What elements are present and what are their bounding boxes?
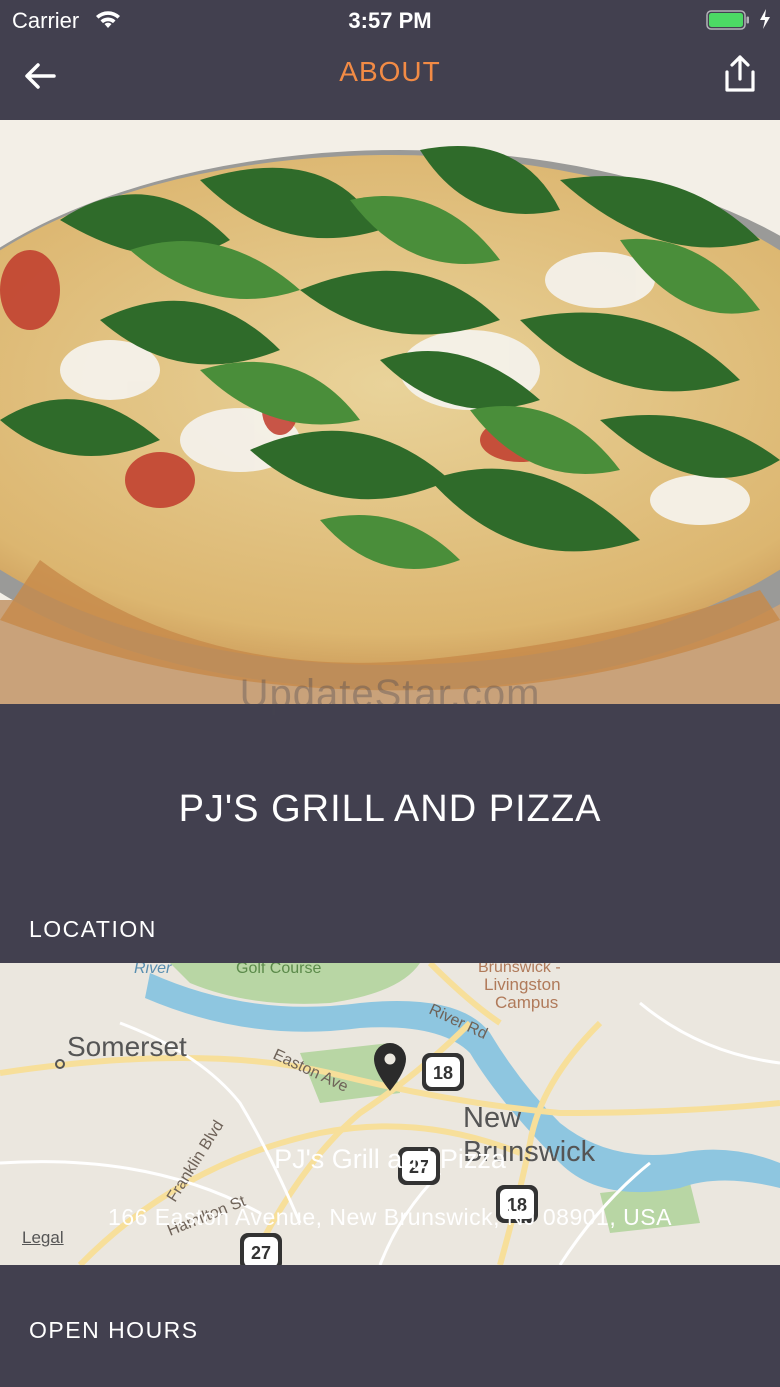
map-label-campus-3: Campus bbox=[495, 993, 558, 1012]
route-27-shield: 27 bbox=[240, 1233, 282, 1265]
share-icon[interactable] bbox=[718, 52, 762, 96]
route-18-shield: 18 bbox=[422, 1053, 464, 1091]
charging-bolt-icon bbox=[760, 9, 770, 29]
svg-text:27: 27 bbox=[251, 1243, 271, 1263]
map-label-golf-course: Golf Course bbox=[236, 963, 321, 977]
map-label-somerset: Somerset bbox=[67, 1031, 187, 1062]
navigation-bar: ABOUT bbox=[0, 40, 780, 120]
location-section-label: LOCATION bbox=[29, 916, 157, 942]
hero-pizza-image bbox=[0, 120, 780, 704]
map-pin-title: PJ's Grill and Pizza bbox=[274, 1144, 506, 1174]
battery-icon bbox=[706, 10, 749, 30]
status-bar: Carrier 3:57 PM bbox=[0, 0, 780, 40]
svg-text:18: 18 bbox=[433, 1063, 453, 1083]
watermark-text: UpdateStar.com bbox=[239, 672, 541, 716]
map-label-new: New bbox=[463, 1102, 522, 1134]
map-legal-link[interactable]: Legal bbox=[22, 1228, 64, 1248]
page-title: ABOUT bbox=[339, 56, 441, 87]
map-address: 166 Easton Avenue, New Brunswick, NJ 089… bbox=[108, 1204, 672, 1230]
restaurant-name: PJ'S GRILL AND PIZZA bbox=[178, 788, 602, 830]
map-label-campus-2: Livingston bbox=[484, 975, 561, 994]
map-label-river: River bbox=[134, 963, 172, 977]
open-hours-section-label: OPEN HOURS bbox=[29, 1317, 199, 1343]
status-time: 3:57 PM bbox=[348, 8, 432, 33]
